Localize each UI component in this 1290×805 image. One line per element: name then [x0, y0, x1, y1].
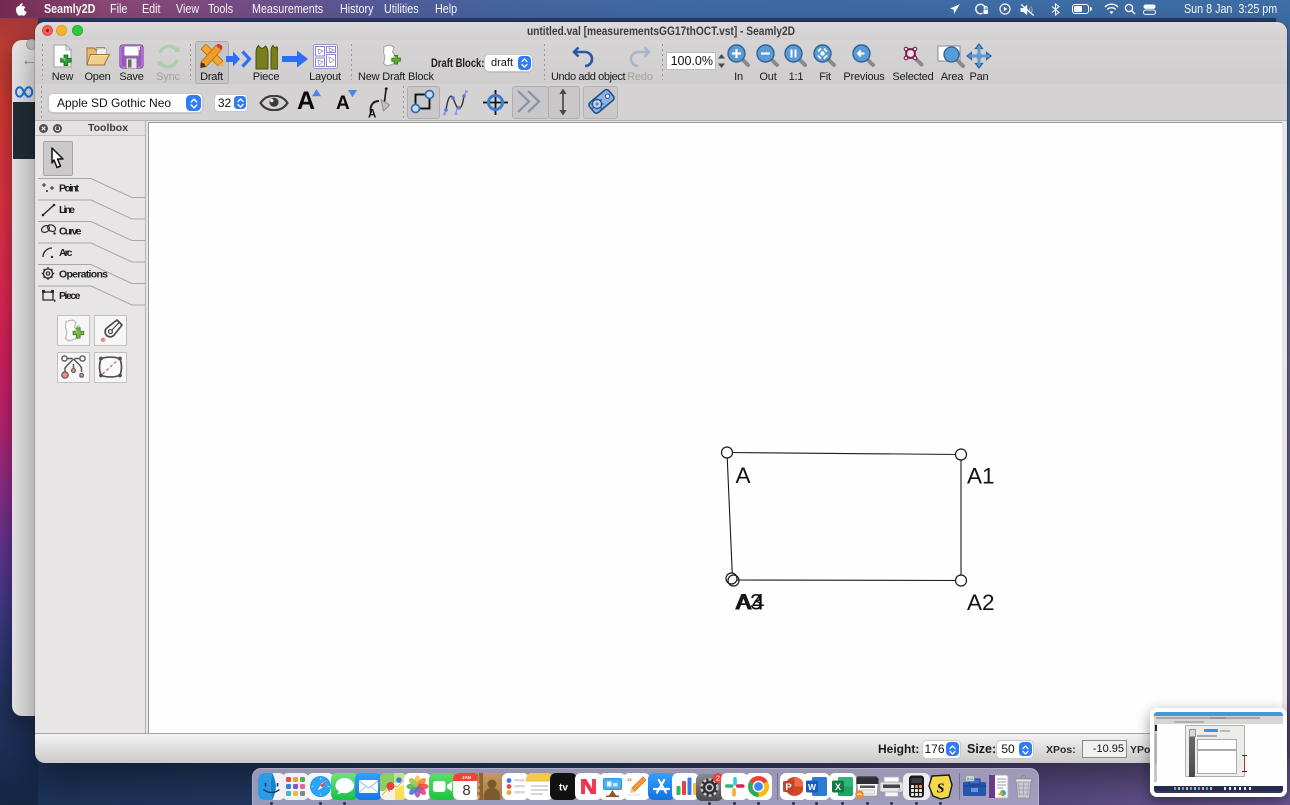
svg-text:P: P: [785, 781, 792, 792]
svg-text:tv: tv: [559, 782, 568, 793]
svg-text:A4: A4: [737, 590, 765, 615]
svg-text:W: W: [808, 782, 817, 792]
svg-text:A: A: [736, 463, 751, 488]
svg-text:S: S: [937, 781, 945, 796]
svg-text:IMG: IMG: [967, 777, 974, 781]
svg-text:A: A: [368, 109, 376, 119]
svg-text:Arc: Arc: [59, 247, 73, 259]
svg-text:Curve: Curve: [59, 226, 82, 238]
svg-text:Line: Line: [59, 204, 75, 216]
svg-text:X: X: [834, 782, 840, 792]
svg-text:“: “: [627, 777, 632, 788]
svg-text:Piece: Piece: [59, 290, 81, 302]
svg-text:A2: A2: [967, 590, 995, 615]
svg-text:Point: Point: [59, 183, 80, 195]
svg-text:A1: A1: [967, 464, 995, 489]
svg-text:Operations: Operations: [59, 269, 108, 281]
svg-text:JAN: JAN: [462, 775, 472, 780]
svg-text:8: 8: [462, 782, 470, 799]
